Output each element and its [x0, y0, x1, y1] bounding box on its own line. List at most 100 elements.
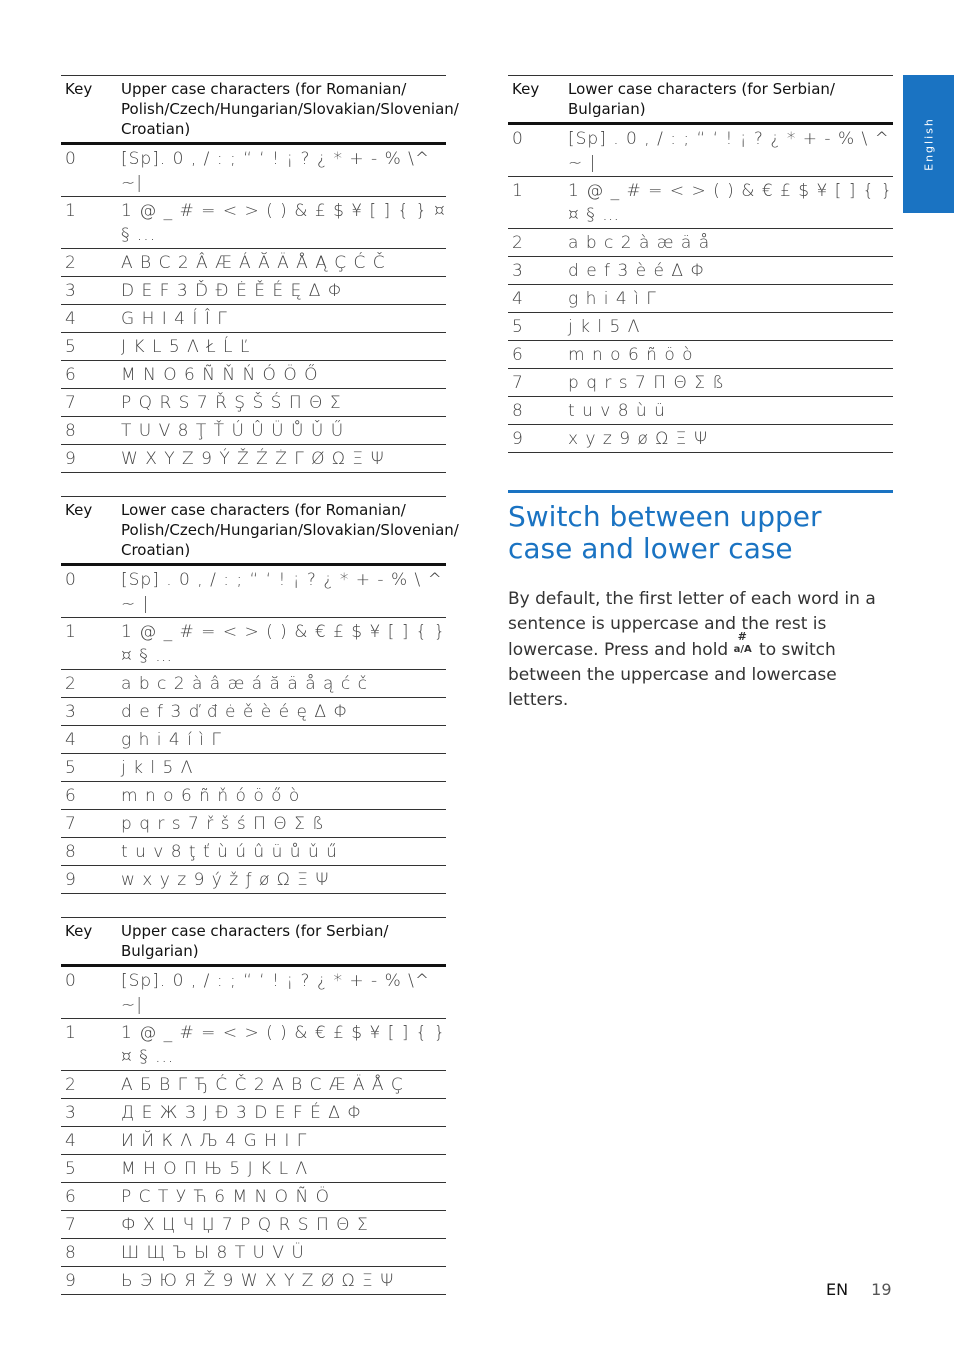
row-key: 8: [508, 396, 568, 425]
row-characters: M N O 6 Ñ Ň Ń Ó Ö Ő: [121, 360, 446, 389]
table-row: 4g h i 4 í ì Γ: [61, 725, 446, 754]
character-table: Key Upper case characters (for Serbian/ B…: [61, 917, 446, 1295]
table-row: 5j k l 5 Λ: [61, 753, 446, 782]
table-row: 8T U V 8 Ţ Ť Ú Û Ü Ů Ǔ Ű: [61, 416, 446, 445]
table-row: 7Ф Х Ц Ч Џ 7 P Q R S Π Θ Σ: [61, 1210, 446, 1239]
table-header-row: Key Lower case characters (for Serbian/ B…: [508, 75, 893, 125]
row-characters: g h i 4 í ì Γ: [121, 725, 446, 754]
row-key: 2: [61, 669, 121, 698]
row-characters: Д Е Ж З Ј Đ 3 D E F É Δ Φ: [121, 1098, 446, 1127]
section-body: By default, the first letter of each wor…: [508, 587, 898, 713]
row-key: 6: [61, 1182, 121, 1211]
row-key: 8: [61, 416, 121, 445]
row-characters: a b c 2 à æ ä å: [568, 228, 893, 257]
table-header-row: Key Lower case characters (for Romanian/ …: [61, 496, 459, 566]
table-row: 5J K L 5 Λ Ł Ĺ Ľ: [61, 332, 446, 361]
language-side-tab: English: [903, 75, 954, 213]
row-characters: t u v 8 ţ ť ù ú û ü ů ǔ ű: [121, 837, 446, 866]
row-characters: m n o 6 ñ ň ó ö ő ò: [121, 781, 446, 810]
table-row: 5j k l 5 Λ: [508, 312, 893, 341]
row-characters: g h i 4 ì Γ: [568, 284, 893, 313]
table-row: 0 [Sp]. 0 , / : ; “ ‘ ! ¡ ? ¿ * + - % \^ …: [61, 965, 446, 1019]
column-header-key: Key: [61, 496, 121, 566]
column-header-characters: Upper case characters (for Romanian/ Pol…: [121, 75, 459, 145]
row-key: 0: [508, 123, 568, 177]
row-key: 9: [61, 865, 121, 894]
character-table: Key Lower case characters (for Serbian/ B…: [508, 75, 893, 453]
character-table: Key Upper case characters (for Romanian/ …: [61, 75, 459, 473]
row-key: 9: [61, 1266, 121, 1295]
table-row: 6m n o 6 ñ ö ò: [508, 340, 893, 369]
row-characters: 1 @ _ # = < > ( ) & € £ $ ¥ [ ] { } ¤ § …: [568, 176, 893, 229]
row-key: 3: [61, 697, 121, 726]
row-characters: A B C 2 Â Æ Á Ă Ä Å Ą Ç Ć Č: [121, 248, 446, 277]
row-characters: p q r s 7 ř š ś Π Θ Σ ß: [121, 809, 446, 838]
row-key: 3: [61, 276, 121, 305]
right-column: Key Lower case characters (for Serbian/ B…: [508, 75, 893, 730]
table-row: 6Р С Т У Ћ 6 M N O Ñ Ö: [61, 1182, 446, 1211]
row-characters: G H I 4 Í Î Γ: [121, 304, 446, 333]
footer-language: EN: [826, 1280, 849, 1299]
table-row: 7P Q R S 7 Ř Ş Š Ś Π Θ Σ: [61, 388, 446, 417]
table-row: 6M N O 6 Ñ Ň Ń Ó Ö Ő: [61, 360, 446, 389]
row-key: 9: [508, 424, 568, 453]
table-row: 7p q r s 7 Π Θ Σ ß: [508, 368, 893, 397]
row-characters: d e f 3 ď đ ė ě è é ę Δ Φ: [121, 697, 446, 726]
row-key: 1: [508, 176, 568, 229]
table-row: 2A B C 2 Â Æ Á Ă Ä Å Ą Ç Ć Č: [61, 248, 446, 277]
column-header-key: Key: [61, 75, 121, 145]
column-header-key: Key: [61, 917, 121, 967]
row-key: 1: [61, 617, 121, 670]
row-key: 7: [61, 1210, 121, 1239]
page-number: 19: [871, 1280, 892, 1299]
table-row: 3D E F 3 Ď Đ Ė Ě É Ę Δ Φ: [61, 276, 446, 305]
section-rule: [508, 490, 893, 493]
row-key: 6: [61, 781, 121, 810]
row-key: 7: [508, 368, 568, 397]
row-key: 5: [61, 332, 121, 361]
row-characters: j k l 5 Λ: [568, 312, 893, 341]
row-characters: М Н О П Њ 5 J K L Λ: [121, 1154, 446, 1183]
character-table: Key Lower case characters (for Romanian/ …: [61, 496, 459, 894]
row-characters: Р С Т У Ћ 6 M N O Ñ Ö: [121, 1182, 446, 1211]
row-key: 4: [61, 304, 121, 333]
row-characters: W X Y Z 9 Ý Ž Ź Ż Γ Ø Ω Ξ Ψ: [121, 444, 446, 473]
table-header-row: Key Upper case characters (for Romanian/ …: [61, 75, 459, 145]
row-characters: a b c 2 à â æ á ă ä å ą ć č: [121, 669, 446, 698]
row-key: 2: [61, 248, 121, 277]
row-characters: И Й К Λ Љ 4 G H I Γ: [121, 1126, 446, 1155]
row-key: 2: [508, 228, 568, 257]
right-tables: Key Lower case characters (for Serbian/ B…: [508, 75, 893, 453]
table-row: 9w x y z 9 ý ž ƒ ø Ω Ξ Ψ: [61, 865, 446, 894]
table-row: 11 @ _ # = < > ( ) & € £ $ ¥ [ ] { } ¤ §…: [61, 617, 446, 670]
table-row: 9x y z 9 ø Ω Ξ Ψ: [508, 424, 893, 453]
row-characters: m n o 6 ñ ö ò: [568, 340, 893, 369]
row-characters: А Б В Г Ђ Ć Č 2 A B C Æ Ä Å Ç: [121, 1070, 446, 1099]
column-header-characters: Lower case characters (for Serbian/ Bulg…: [568, 75, 893, 125]
row-characters: [Sp] . 0 , / : ; “ ‘ ! ¡ ? ¿ * + - % \ ^…: [121, 564, 446, 618]
table-row: 0 [Sp]. 0 , / : ; “ ‘ ! ¡ ? ¿ * + - % \^ …: [61, 143, 446, 197]
table-row: 9Ь Э Ю Я Ž 9 W X Y Z Ø Ω Ξ Ψ: [61, 1266, 446, 1295]
row-characters: 1 @ _ # = < > ( ) & € £ $ ¥ [ ] { } ¤ § …: [121, 1018, 446, 1071]
table-header-row: Key Upper case characters (for Serbian/ B…: [61, 917, 446, 967]
row-key: 3: [61, 1098, 121, 1127]
table-row: 8Ш Щ Ъ Ы 8 T U V Ü: [61, 1238, 446, 1267]
row-key: 8: [61, 837, 121, 866]
row-key: 0: [61, 965, 121, 1019]
row-key: 5: [61, 1154, 121, 1183]
table-row: 0 [Sp] . 0 , / : ; “ ‘ ! ¡ ? ¿ * + - % \ …: [508, 123, 893, 177]
table-row: 11 @ _ # = < > ( ) & £ $ ¥ [ ] { } ¤ § .…: [61, 196, 446, 249]
row-characters: j k l 5 Λ: [121, 753, 446, 782]
column-header-characters: Upper case characters (for Serbian/ Bulg…: [121, 917, 446, 967]
table-row: 7p q r s 7 ř š ś Π Θ Σ ß: [61, 809, 446, 838]
row-key: 5: [61, 753, 121, 782]
row-key: 7: [61, 809, 121, 838]
row-characters: 1 @ _ # = < > ( ) & £ $ ¥ [ ] { } ¤ § ..…: [121, 196, 446, 249]
row-key: 0: [61, 143, 121, 197]
hash-case-key-icon: # a/A: [734, 631, 754, 657]
row-characters: 1 @ _ # = < > ( ) & € £ $ ¥ [ ] { } ¤ § …: [121, 617, 446, 670]
table-row: 8t u v 8 ù ü: [508, 396, 893, 425]
table-row: 4G H I 4 Í Î Γ: [61, 304, 446, 333]
row-key: 4: [61, 725, 121, 754]
row-characters: Ь Э Ю Я Ž 9 W X Y Z Ø Ω Ξ Ψ: [121, 1266, 446, 1295]
